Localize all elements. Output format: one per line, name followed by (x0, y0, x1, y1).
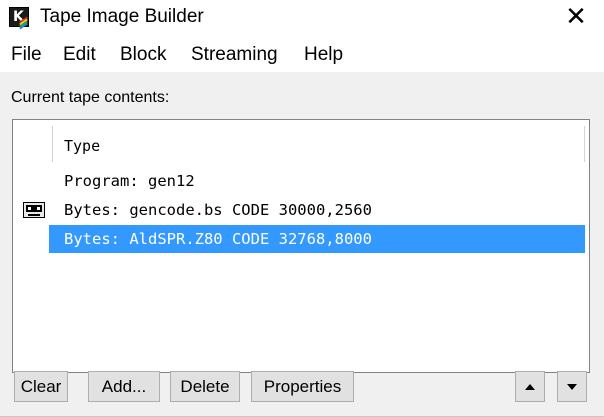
column-header-type[interactable]: Type (64, 137, 100, 155)
list-item-text: Program: gen12 (64, 172, 195, 190)
list-item-selected[interactable]: Bytes: AldSPR.Z80 CODE 32768,8000 (49, 225, 585, 253)
properties-button[interactable]: Properties (251, 371, 354, 402)
menu-streaming[interactable]: Streaming (191, 44, 278, 66)
tape-contents-list[interactable]: Type Program: gen12 Bytes: gencode.bs CO… (12, 119, 590, 373)
list-item[interactable]: Program: gen12 (49, 167, 585, 195)
list-item-text: Bytes: AldSPR.Z80 CODE 32768,8000 (64, 230, 372, 248)
move-down-button[interactable] (557, 371, 587, 402)
clear-button[interactable]: Clear (14, 371, 68, 402)
list-item[interactable]: Bytes: gencode.bs CODE 30000,2560 (49, 196, 585, 224)
delete-button[interactable]: Delete (170, 371, 240, 402)
list-item-text: Bytes: gencode.bs CODE 30000,2560 (64, 201, 372, 219)
title-bar: K Tape Image Builder ✕ (0, 0, 604, 34)
close-icon: ✕ (565, 2, 587, 32)
menu-block[interactable]: Block (120, 44, 166, 66)
cassette-icon (23, 202, 45, 218)
move-up-button[interactable] (515, 371, 545, 402)
arrow-up-icon (525, 383, 535, 390)
window-title: Tape Image Builder (40, 6, 204, 27)
app-icon: K (9, 7, 29, 30)
menu-file[interactable]: File (11, 44, 42, 66)
column-separator (584, 126, 585, 162)
add-button[interactable]: Add... (88, 371, 160, 402)
arrow-down-icon (567, 383, 577, 390)
menu-help[interactable]: Help (304, 44, 343, 66)
menu-edit[interactable]: Edit (63, 44, 96, 66)
column-separator (52, 126, 53, 162)
close-button[interactable]: ✕ (548, 0, 604, 34)
tape-contents-label: Current tape contents: (11, 89, 170, 106)
